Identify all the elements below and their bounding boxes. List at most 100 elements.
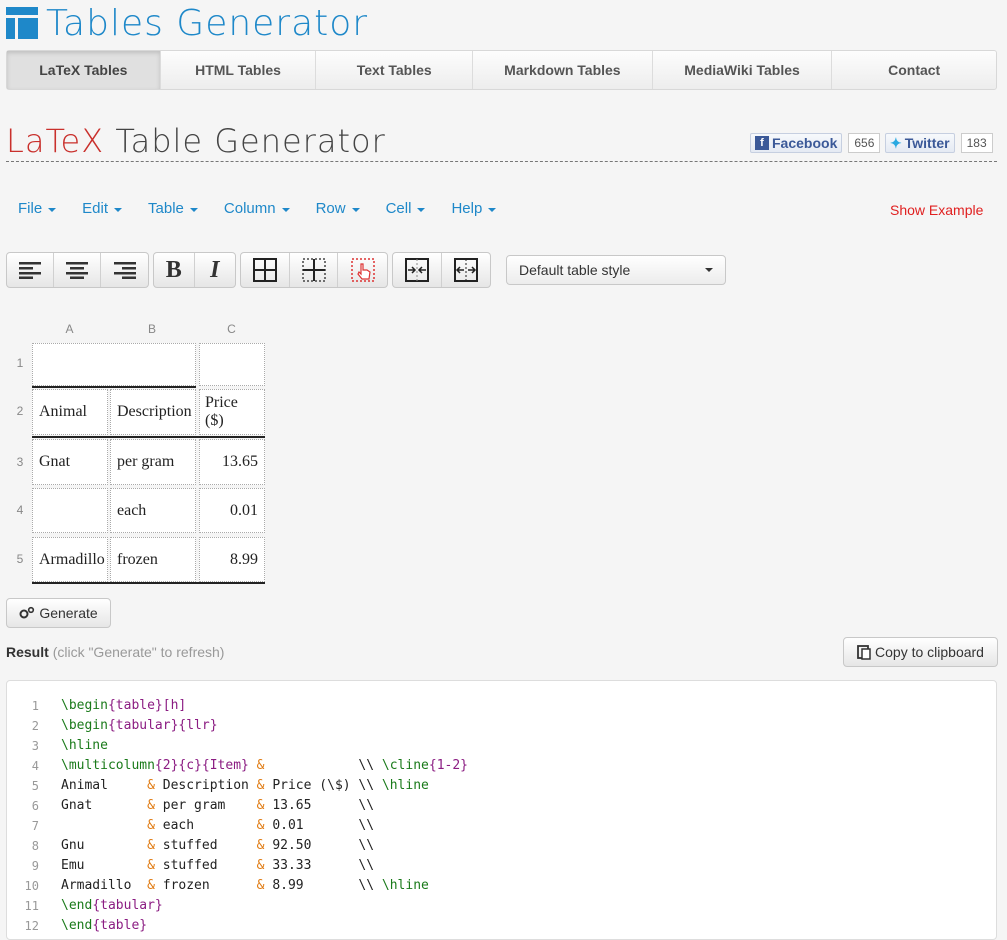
copy-to-clipboard-button[interactable]: Copy to clipboard [843, 637, 998, 667]
twitter-label: Twitter [904, 135, 950, 151]
menu-edit[interactable]: Edit [82, 200, 123, 217]
merge-group [392, 252, 491, 288]
caret-down-icon [114, 207, 123, 212]
generate-button[interactable]: Generate [6, 598, 111, 628]
twitter-count: 183 [960, 133, 993, 153]
split-cells-icon [453, 258, 478, 282]
page-title-rest: Table Generator [104, 122, 386, 160]
all-borders-button[interactable] [241, 253, 290, 287]
page-title-latex: LaTeX [6, 122, 105, 160]
column-header-c[interactable]: C [199, 322, 264, 336]
result-label: Result [6, 644, 49, 660]
heading-divider [6, 161, 997, 162]
row-header-4[interactable]: 4 [10, 503, 30, 517]
cell-c5[interactable]: 8.99 [199, 537, 265, 582]
facebook-button[interactable]: f Facebook [750, 133, 843, 153]
cell-b3[interactable]: per gram [110, 439, 196, 485]
menu-bar: File Edit Table Column Row Cell Help [18, 200, 522, 217]
font-style-group: B I [153, 252, 236, 288]
cell-a1-merged[interactable] [32, 343, 196, 386]
column-header-b[interactable]: B [110, 322, 194, 336]
facebook-label: Facebook [772, 135, 838, 151]
chevron-down-icon [705, 268, 713, 272]
copy-label: Copy to clipboard [875, 644, 984, 660]
align-center-button[interactable] [54, 253, 101, 287]
hline-bottom-rule [32, 582, 265, 584]
row-header-5[interactable]: 5 [10, 552, 30, 566]
caret-down-icon [48, 207, 57, 212]
inner-borders-icon [301, 258, 326, 282]
align-left-icon [19, 262, 41, 279]
twitter-bird-icon: ✦ [890, 134, 902, 151]
hline-rule [32, 436, 265, 438]
border-pick-icon [350, 258, 375, 282]
merge-cells-icon [404, 258, 429, 282]
borders-group [240, 252, 388, 288]
row-header-2[interactable]: 2 [10, 404, 30, 418]
twitter-button[interactable]: ✦ Twitter [885, 133, 955, 153]
result-hint: (click "Generate" to refresh) [52, 644, 225, 660]
column-header-a[interactable]: A [32, 322, 107, 336]
caret-down-icon [417, 207, 426, 212]
cell-c4[interactable]: 0.01 [199, 488, 265, 533]
merge-cells-button[interactable] [393, 253, 442, 287]
cell-b5[interactable]: frozen [110, 537, 196, 582]
cell-b4[interactable]: each [110, 488, 196, 533]
caret-down-icon [281, 207, 290, 212]
table-style-select[interactable]: Default table style [506, 255, 726, 285]
split-cells-button[interactable] [442, 253, 491, 287]
nav-markdown-tables[interactable]: Markdown Tables [473, 51, 653, 89]
page-title: LaTeX Table Generator [6, 122, 386, 160]
align-right-button[interactable] [101, 253, 148, 287]
table-logo-icon [6, 7, 38, 39]
cell-b2[interactable]: Description [110, 389, 196, 435]
nav-latex-tables[interactable]: LaTeX Tables [7, 51, 161, 89]
show-example-link[interactable]: Show Example [890, 202, 983, 218]
menu-column[interactable]: Column [224, 200, 290, 217]
cline-rule [32, 386, 196, 388]
caret-down-icon [351, 207, 360, 212]
bold-button[interactable]: B [154, 253, 195, 287]
row-header-1[interactable]: 1 [10, 356, 30, 370]
italic-button[interactable]: I [195, 253, 236, 287]
cell-c1[interactable] [199, 343, 265, 386]
table-style-value: Default table style [519, 262, 631, 278]
cell-a3[interactable]: Gnat [32, 439, 108, 485]
align-left-button[interactable] [7, 253, 54, 287]
clipboard-icon [857, 645, 871, 660]
alignment-group [6, 252, 149, 288]
nav-mediawiki-tables[interactable]: MediaWiki Tables [653, 51, 833, 89]
caret-down-icon [189, 207, 198, 212]
cell-a4[interactable] [32, 488, 108, 533]
align-right-icon [113, 262, 136, 279]
nav-html-tables[interactable]: HTML Tables [161, 51, 317, 89]
logo[interactable]: Tables Generator [6, 2, 368, 44]
all-borders-icon [252, 258, 277, 282]
facebook-count: 656 [848, 133, 881, 153]
menu-table[interactable]: Table [148, 200, 198, 217]
menu-cell[interactable]: Cell [386, 200, 426, 217]
generate-label: Generate [39, 605, 98, 621]
align-center-icon [66, 262, 88, 279]
twitter-share: ✦ Twitter 183 [885, 133, 993, 153]
facebook-icon: f [755, 136, 769, 150]
row-header-3[interactable]: 3 [10, 455, 30, 469]
facebook-share: f Facebook 656 [750, 133, 881, 153]
nav-text-tables[interactable]: Text Tables [316, 51, 474, 89]
border-pick-button[interactable] [338, 253, 387, 287]
menu-row[interactable]: Row [316, 200, 360, 217]
cell-a5[interactable]: Armadillo [32, 537, 108, 582]
main-nav: LaTeX Tables HTML Tables Text Tables Mar… [6, 50, 997, 90]
cell-c2[interactable]: Price ($) [199, 389, 265, 435]
menu-file[interactable]: File [18, 200, 57, 217]
nav-contact[interactable]: Contact [832, 51, 996, 89]
menu-help[interactable]: Help [451, 200, 497, 217]
logo-text: Tables Generator [46, 2, 369, 44]
inner-borders-button[interactable] [290, 253, 339, 287]
result-heading: Result (click "Generate" to refresh) [6, 644, 224, 660]
caret-down-icon [488, 207, 497, 212]
cell-c3[interactable]: 13.65 [199, 439, 265, 485]
gears-icon [19, 606, 35, 619]
cell-a2[interactable]: Animal [32, 389, 108, 435]
latex-code-output[interactable]: 1 \begin {table}[h] 2 \begin {tabular}{llr} … [6, 680, 997, 940]
